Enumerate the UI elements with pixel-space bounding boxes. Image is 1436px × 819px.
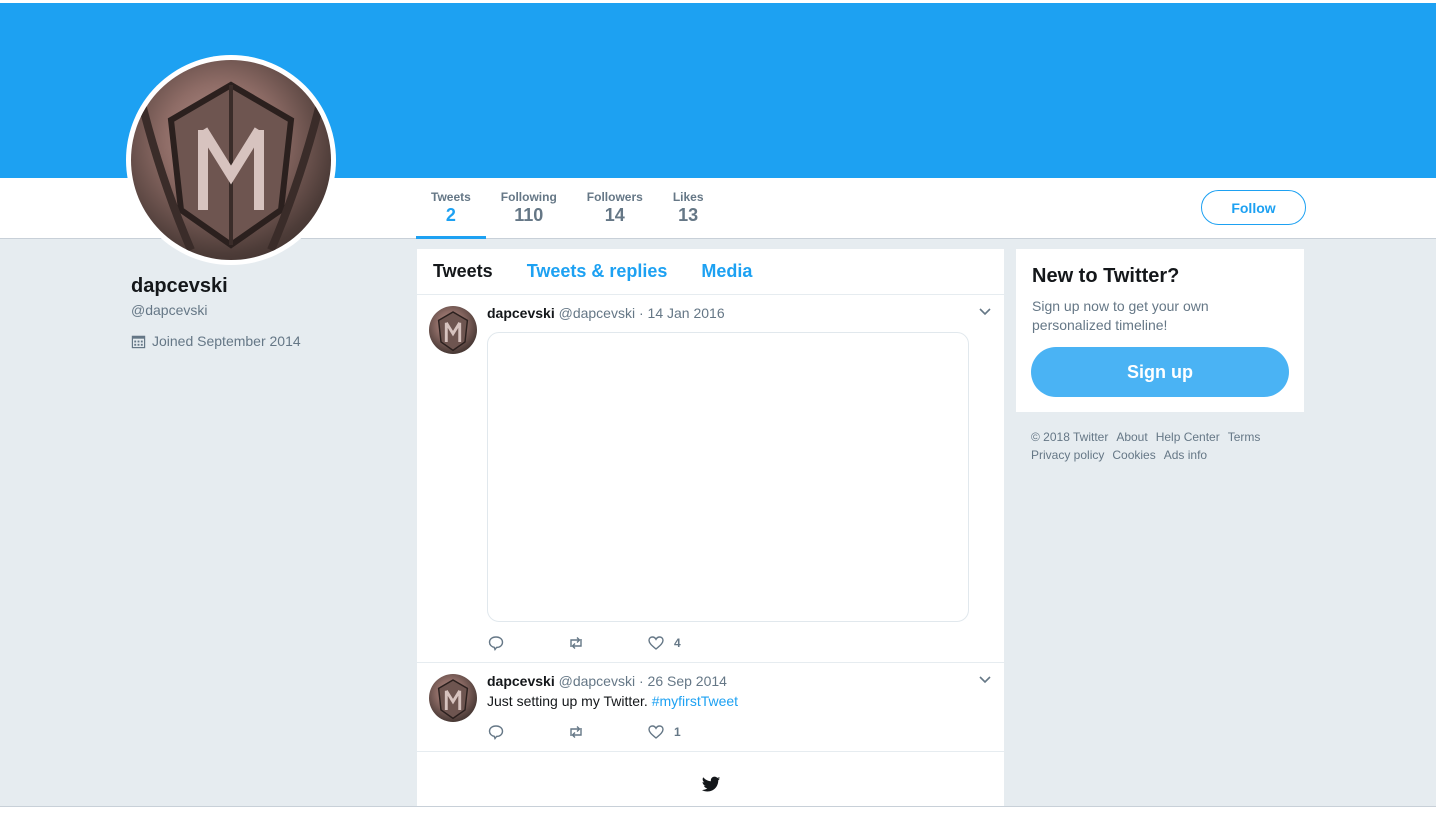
tweet-header: dapcevski @dapcevski · 26 Sep 2014 [487, 673, 727, 689]
footer-link-terms[interactable]: Terms [1228, 430, 1261, 444]
stat-label: Likes [672, 190, 704, 204]
stat-label: Following [500, 190, 557, 204]
shield-emblem-image [137, 81, 325, 252]
footer-link-privacy[interactable]: Privacy policy [1031, 448, 1104, 462]
tweet-avatar[interactable] [429, 674, 477, 722]
profile-name[interactable]: dapcevski [131, 275, 401, 298]
tweet-media-card[interactable] [487, 332, 969, 622]
tweet-hashtag[interactable]: #myfirstTweet [652, 693, 738, 709]
retweet-icon [570, 726, 582, 738]
signup-text: Sign up now to get your own personalized… [1032, 298, 1209, 333]
heart-icon [648, 725, 664, 739]
retweet-action[interactable] [567, 634, 647, 652]
heart-icon [648, 636, 664, 650]
tweet-author-handle[interactable]: @dapcevski [559, 673, 635, 689]
like-action[interactable]: 1 [647, 723, 727, 741]
like-action[interactable]: 4 [647, 634, 727, 652]
follow-button[interactable]: Follow [1201, 190, 1306, 225]
tab-tweets-replies[interactable]: Tweets & replies [527, 261, 668, 282]
tweet-item[interactable]: dapcevski @dapcevski · 14 Jan 2016 4 [417, 295, 1004, 663]
stat-following[interactable]: Following 110 [486, 178, 572, 238]
stat-label: Followers [586, 190, 643, 204]
tweet-date[interactable]: 26 Sep 2014 [648, 673, 727, 689]
footer-copyright: © 2018 Twitter [1031, 430, 1109, 444]
retweet-icon [570, 637, 582, 649]
twitter-bird-icon [701, 776, 720, 792]
signup-button[interactable]: Sign up [1031, 347, 1289, 397]
shield-emblem-image [437, 311, 469, 352]
reply-icon [488, 636, 504, 651]
footer-link-help-center[interactable]: Help Center [1156, 430, 1220, 444]
timeline-end [417, 762, 1004, 806]
footer-link-about[interactable]: About [1116, 430, 1147, 444]
stat-value: 110 [514, 205, 544, 225]
reply-action[interactable] [487, 723, 567, 741]
tweet-actions: 4 [487, 634, 727, 652]
shield-emblem-image [437, 679, 469, 720]
stat-value: 2 [445, 205, 456, 225]
tweet-text: Just setting up my Twitter. #myfirstTwee… [487, 693, 738, 709]
footer-link-cookies[interactable]: Cookies [1112, 448, 1155, 462]
tab-media[interactable]: Media [701, 261, 752, 282]
stat-tweets[interactable]: Tweets 2 [416, 178, 486, 239]
reply-icon [488, 725, 504, 740]
like-count: 4 [674, 636, 681, 650]
stat-followers[interactable]: Followers 14 [572, 178, 658, 238]
timeline-tabs: Tweets Tweets & replies Media [417, 249, 1004, 295]
tab-tweets[interactable]: Tweets [433, 261, 493, 282]
timeline: Tweets Tweets & replies Media dapcevski … [417, 249, 1004, 806]
tweet-author-name[interactable]: dapcevski [487, 673, 555, 689]
tweet-item[interactable]: dapcevski @dapcevski · 26 Sep 2014 Just … [417, 663, 1004, 752]
reply-action[interactable] [487, 634, 567, 652]
profile-avatar-image [131, 60, 331, 260]
profile-avatar[interactable] [126, 55, 336, 265]
tweet-header: dapcevski @dapcevski · 14 Jan 2016 [487, 305, 725, 321]
profile-joined: Joined September 2014 [131, 333, 401, 349]
stat-label: Tweets [431, 190, 471, 204]
profile-handle[interactable]: @dapcevski [131, 302, 401, 318]
tweet-avatar[interactable] [429, 306, 477, 354]
footer-link-ads-info[interactable]: Ads info [1164, 448, 1207, 462]
calendar-icon [131, 335, 146, 348]
tweet-separator: · [638, 673, 644, 689]
profile-card: dapcevski @dapcevski Joined September 20… [131, 275, 401, 349]
like-count: 1 [674, 725, 681, 739]
stat-value: 13 [678, 205, 699, 225]
stat-value: 14 [604, 205, 625, 225]
signup-title: New to Twitter? [1032, 265, 1180, 287]
footer-links: © 2018 Twitter About Help Center Terms Priv… [1031, 428, 1301, 464]
chevron-down-icon[interactable] [978, 307, 992, 317]
bottom-edge [0, 806, 1436, 819]
chevron-down-icon[interactable] [978, 675, 992, 685]
profile-stats: Tweets 2 Following 110 Followers 14 Like… [416, 178, 719, 239]
tweet-body: Just setting up my Twitter. [487, 693, 652, 709]
tweet-date[interactable]: 14 Jan 2016 [648, 305, 725, 321]
tweet-author-handle[interactable]: @dapcevski [559, 305, 635, 321]
tweet-actions: 1 [487, 723, 727, 741]
signup-module: New to Twitter? Sign up now to get your … [1016, 249, 1304, 412]
joined-text: Joined September 2014 [152, 333, 301, 349]
tweet-author-name[interactable]: dapcevski [487, 305, 555, 321]
tweet-separator: · [638, 305, 644, 321]
retweet-action[interactable] [567, 723, 647, 741]
stat-likes[interactable]: Likes 13 [658, 178, 719, 238]
